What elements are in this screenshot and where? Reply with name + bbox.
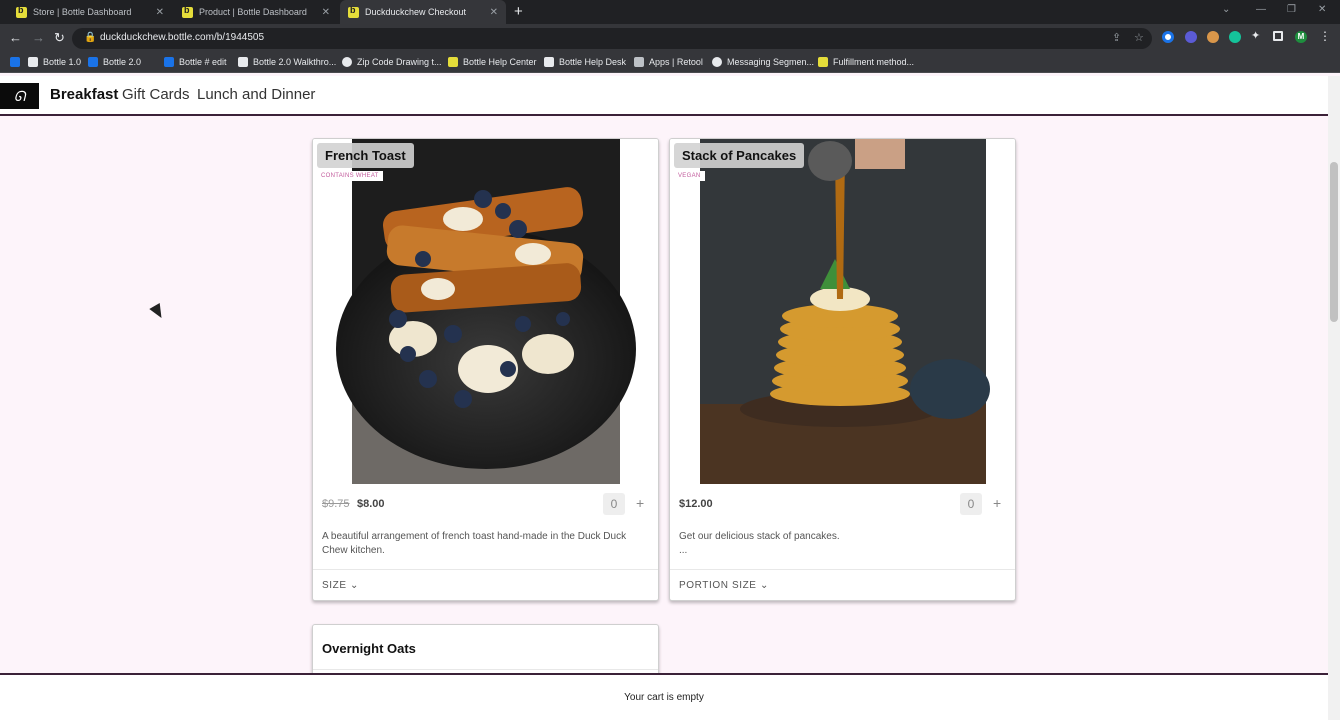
product-title: Overnight Oats — [322, 641, 416, 656]
tab-product[interactable]: Product | Bottle Dashboard ✕ — [174, 0, 338, 24]
divider — [313, 669, 658, 670]
product-title: Stack of Pancakes — [674, 143, 805, 168]
bookmarks-bar: Bottle 1.0 Bottle 2.0 Bottle # edit Bott… — [0, 53, 1340, 73]
add-quantity-icon[interactable]: + — [993, 495, 1001, 511]
tab-title: Duckduckchew Checkout — [365, 7, 467, 17]
bookmark-item[interactable]: Bottle 1.0 — [28, 57, 81, 67]
bookmark-item[interactable]: Bottle 2.0 Walkthro... — [238, 57, 336, 67]
bottle-icon — [448, 57, 458, 67]
close-tab-icon[interactable]: ✕ — [322, 7, 330, 18]
retool-icon — [634, 57, 644, 67]
size-selector[interactable]: SIZE ⌄ — [322, 580, 359, 591]
close-tab-icon[interactable]: ✕ — [490, 7, 498, 18]
quantity-value[interactable]: 0 — [960, 493, 982, 515]
add-quantity-icon[interactable]: + — [636, 495, 644, 511]
product-description: A beautiful arrangement of french toast … — [322, 531, 627, 556]
nav-lunch-and-dinner[interactable]: Lunch and Dinner — [197, 86, 315, 103]
browser-tab-bar: Store | Bottle Dashboard ✕ Product | Bot… — [0, 0, 1340, 24]
price: $12.00 — [679, 498, 713, 510]
product-title: French Toast — [317, 143, 414, 168]
tab-store[interactable]: Store | Bottle Dashboard ✕ — [8, 0, 172, 24]
lock-icon[interactable]: 🔒 — [84, 32, 96, 43]
pancakes-image — [700, 139, 990, 484]
bookmark-item[interactable]: Bottle # edit — [164, 57, 227, 67]
divider — [313, 569, 658, 570]
bottle-icon — [164, 57, 174, 67]
product-image[interactable] — [670, 139, 1015, 484]
extension-icon[interactable] — [1185, 31, 1197, 43]
chevron-down-icon: ⌄ — [759, 580, 769, 591]
cart-bar[interactable]: Your cart is empty — [0, 673, 1328, 720]
tab-title: Product | Bottle Dashboard — [199, 7, 307, 17]
dietary-tag: CONTAINS WHEAT — [317, 171, 383, 181]
nav-breakfast[interactable]: Breakfast — [50, 86, 118, 103]
close-tab-icon[interactable]: ✕ — [156, 7, 164, 18]
tag-icon — [28, 57, 38, 67]
french-toast-image — [336, 139, 636, 484]
globe-icon — [712, 57, 722, 67]
bookmark-item[interactable]: Messaging Segmen... — [712, 57, 814, 67]
restore-icon[interactable]: ❐ — [1287, 4, 1296, 15]
globe-icon — [342, 57, 352, 67]
product-description: Get our delicious stack of pancakes. ... — [679, 531, 840, 556]
bookmark-item[interactable]: Bottle Help Desk — [544, 57, 626, 67]
new-tab-icon[interactable]: + — [514, 3, 523, 20]
minimize-icon[interactable]: — — [1256, 4, 1266, 15]
product-image[interactable] — [313, 139, 658, 484]
nav-gift-cards[interactable]: Gift Cards — [122, 86, 190, 103]
scroll-thumb[interactable] — [1330, 162, 1338, 322]
share-icon[interactable]: ⇪ — [1112, 31, 1121, 44]
extensions-puzzle-icon[interactable]: ✦ — [1251, 29, 1263, 42]
extension-grammarly-icon[interactable] — [1229, 31, 1241, 43]
bottle-icon — [88, 57, 98, 67]
browser-menu-icon[interactable]: ⋮ — [1319, 29, 1331, 43]
chevron-down-icon: ⌄ — [350, 580, 360, 591]
profile-avatar[interactable]: M — [1295, 31, 1307, 43]
extension-1password-icon[interactable] — [1162, 31, 1174, 43]
bottle-favicon-icon — [182, 5, 193, 18]
bookmark-item[interactable]: Bottle Help Center — [448, 57, 537, 67]
close-window-icon[interactable]: ✕ — [1318, 4, 1326, 15]
page-content: ᘏ Breakfast Gift Cards Lunch and Dinner — [0, 76, 1328, 720]
address-bar-row: ← → ↻ 🔒 duckduckchew.bottle.com/b/194450… — [0, 24, 1340, 53]
bottle-favicon-icon — [16, 5, 27, 18]
bottle-favicon-icon — [348, 5, 359, 18]
bookmark-item[interactable]: Zip Code Drawing t... — [342, 57, 442, 67]
url-text: duckduckchew.bottle.com/b/1944505 — [100, 32, 264, 43]
extension-cookie-icon[interactable] — [1207, 31, 1219, 43]
bookmark-star-icon[interactable]: ☆ — [1134, 31, 1144, 44]
dietary-tag: VEGAN — [674, 171, 705, 181]
forward-icon[interactable]: → — [32, 30, 45, 45]
notion-icon — [238, 57, 248, 67]
cart-status: Your cart is empty — [624, 692, 704, 703]
bookmark-item[interactable]: Bottle 2.0 — [88, 57, 141, 67]
side-panel-icon[interactable] — [1273, 31, 1283, 41]
bottle-icon — [818, 57, 828, 67]
bookmark-item[interactable] — [10, 57, 25, 67]
quantity-value[interactable]: 0 — [603, 493, 625, 515]
tab-title: Store | Bottle Dashboard — [33, 7, 132, 17]
page-scrollbar[interactable] — [1328, 76, 1340, 720]
store-nav: ᘏ Breakfast Gift Cards Lunch and Dinner — [0, 76, 1328, 116]
portion-size-selector[interactable]: PORTION SIZE ⌄ — [679, 580, 769, 591]
back-icon[interactable]: ← — [9, 30, 22, 45]
product-card-pancakes[interactable]: Stack of Pancakes VEGAN $12.00 0 + Get o… — [669, 138, 1016, 601]
store-logo[interactable]: ᘏ — [0, 83, 39, 109]
document-icon — [544, 57, 554, 67]
divider — [670, 569, 1015, 570]
tab-search-icon[interactable]: ⌄ — [1222, 4, 1230, 15]
product-card-french-toast[interactable]: French Toast CONTAINS WHEAT $9.75 $8.00 … — [312, 138, 659, 601]
original-price: $9.75 — [322, 498, 350, 510]
sale-price: $8.00 — [357, 498, 385, 510]
bookmark-item[interactable]: Fulfillment method... — [818, 57, 914, 67]
url-field[interactable]: 🔒 duckduckchew.bottle.com/b/1944505 ⇪ ☆ — [72, 28, 1152, 49]
tab-checkout[interactable]: Duckduckchew Checkout ✕ — [340, 0, 506, 24]
mouse-cursor-icon — [149, 302, 167, 322]
reload-icon[interactable]: ↻ — [54, 30, 65, 46]
bookmark-item[interactable]: Apps | Retool — [634, 57, 703, 67]
